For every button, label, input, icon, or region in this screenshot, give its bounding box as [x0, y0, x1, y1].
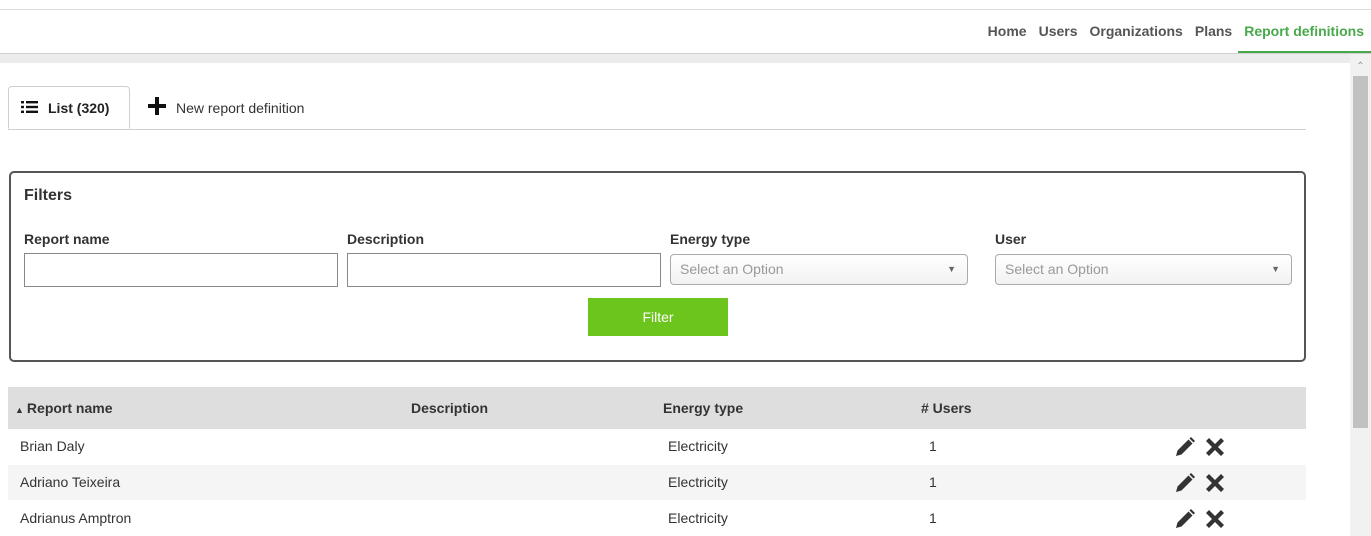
nav-plans[interactable]: Plans [1189, 10, 1238, 53]
header-band [0, 54, 1350, 63]
close-icon[interactable] [1203, 435, 1227, 459]
row-actions [1173, 471, 1227, 495]
column-report-name-label: Report name [26, 400, 113, 416]
cell-report-name: Brian Daly [20, 438, 85, 454]
tab-bar: List (320) New report definition [8, 86, 1306, 130]
energy-type-placeholder: Select an Option [680, 261, 784, 277]
energy-type-label: Energy type [670, 231, 751, 247]
report-name-label: Report name [24, 231, 110, 247]
row-actions [1173, 507, 1227, 531]
column-report-name[interactable]: ▲ Report name [15, 387, 113, 429]
column-energy-type[interactable]: Energy type [663, 387, 743, 429]
column-users[interactable]: # Users [921, 387, 972, 429]
nav-home[interactable]: Home [982, 10, 1033, 53]
scroll-up-arrow-icon[interactable]: ⌃ [1350, 60, 1371, 74]
cell-energy-type: Electricity [668, 474, 728, 490]
tab-list-label: List (320) [48, 99, 110, 116]
tab-new-label: New report definition [176, 99, 305, 116]
filters-panel: Filters Report name Description Energy t… [9, 171, 1306, 362]
column-description[interactable]: Description [411, 387, 488, 429]
close-icon[interactable] [1203, 507, 1227, 531]
user-placeholder: Select an Option [1005, 261, 1109, 277]
plus-icon [148, 97, 166, 118]
nav-report-definitions[interactable]: Report definitions [1238, 10, 1371, 53]
pencil-icon[interactable] [1173, 435, 1197, 459]
chevron-down-icon: ▼ [947, 264, 956, 274]
nav-users[interactable]: Users [1033, 10, 1084, 53]
cell-energy-type: Electricity [668, 510, 728, 526]
pencil-icon[interactable] [1173, 471, 1197, 495]
table-row: Adriano Teixeira Electricity 1 [8, 465, 1306, 500]
energy-type-select[interactable]: Select an Option ▼ [670, 254, 968, 285]
nav-organizations[interactable]: Organizations [1084, 10, 1189, 53]
table-header: ▲ Report name Description Energy type # U… [8, 387, 1306, 429]
cell-users: 1 [929, 474, 937, 490]
filters-title: Filters [24, 187, 73, 204]
cell-users: 1 [929, 438, 937, 454]
filter-button[interactable]: Filter [588, 298, 728, 336]
close-icon[interactable] [1203, 471, 1227, 495]
sort-ascending-icon: ▲ [15, 405, 24, 415]
list-icon [21, 100, 38, 116]
cell-energy-type: Electricity [668, 438, 728, 454]
cell-users: 1 [929, 510, 937, 526]
report-name-input[interactable] [24, 253, 338, 287]
tab-list[interactable]: List (320) [8, 86, 130, 129]
pencil-icon[interactable] [1173, 507, 1197, 531]
description-input[interactable] [347, 253, 661, 287]
table-row: Adrianus Amptron Electricity 1 [8, 501, 1306, 536]
tab-new-report-definition[interactable]: New report definition [148, 86, 304, 129]
user-label: User [995, 231, 1027, 247]
user-select[interactable]: Select an Option ▼ [995, 254, 1292, 285]
row-actions [1173, 435, 1227, 459]
vertical-scrollbar[interactable]: ⌃ [1350, 54, 1371, 536]
scrollbar-thumb[interactable] [1353, 76, 1368, 428]
description-label: Description [347, 231, 425, 247]
table-row: Brian Daly Electricity 1 [8, 429, 1306, 464]
cell-report-name: Adrianus Amptron [20, 510, 132, 526]
main-nav: Home Users Organizations Plans Report de… [982, 10, 1371, 53]
chevron-down-icon: ▼ [1271, 264, 1280, 274]
cell-report-name: Adriano Teixeira [20, 474, 121, 490]
